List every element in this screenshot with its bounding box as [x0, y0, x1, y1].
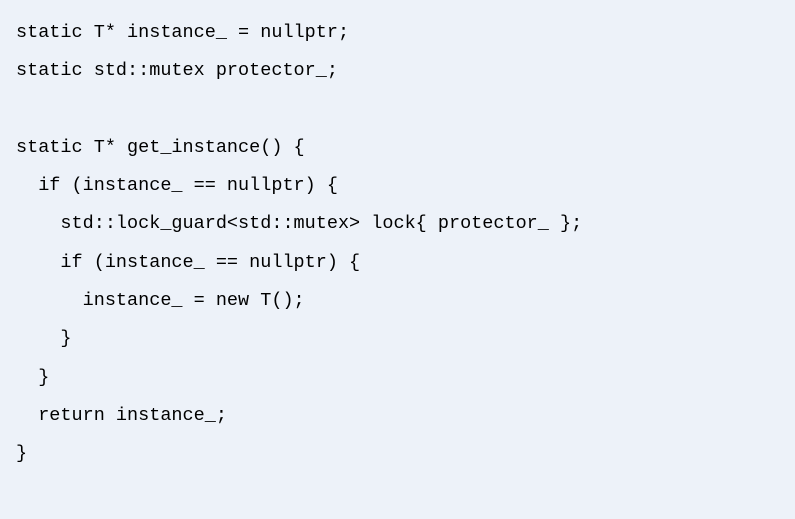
- code-line: static std::mutex protector_;: [16, 60, 338, 81]
- code-line: }: [16, 328, 72, 349]
- code-line: if (instance_ == nullptr) {: [16, 175, 338, 196]
- code-line: std::lock_guard<std::mutex> lock{ protec…: [16, 213, 582, 234]
- code-line: return instance_;: [16, 405, 227, 426]
- code-line: if (instance_ == nullptr) {: [16, 252, 360, 273]
- code-line: static T* get_instance() {: [16, 137, 305, 158]
- code-line: }: [16, 443, 27, 464]
- code-line: static T* instance_ = nullptr;: [16, 22, 349, 43]
- code-snippet: static T* instance_ = nullptr; static st…: [0, 0, 795, 487]
- code-line: instance_ = new T();: [16, 290, 305, 311]
- code-line: }: [16, 367, 49, 388]
